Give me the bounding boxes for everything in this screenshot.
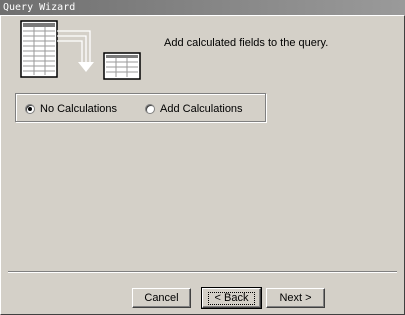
radio-unselected-icon <box>145 104 155 114</box>
cancel-button-label: Cancel <box>144 292 179 304</box>
no-calculations-label: No Calculations <box>40 103 118 115</box>
calculation-option-group: No Calculations Add Calculations <box>15 93 266 122</box>
back-button-label: < Back <box>207 291 256 305</box>
radio-selected-icon <box>25 104 35 114</box>
wizard-step-heading: Add calculated fields to the query. <box>164 37 329 49</box>
no-calculations-radio[interactable]: No Calculations <box>25 103 117 115</box>
next-button-label: Next > <box>279 292 312 304</box>
title-bar: Query Wizard <box>0 0 405 15</box>
window-title: Query Wizard <box>3 2 76 13</box>
back-button[interactable]: < Back <box>201 287 262 309</box>
wizard-illustration-icon <box>20 20 141 80</box>
button-divider <box>8 271 397 273</box>
next-button[interactable]: Next > <box>266 288 325 308</box>
add-calculations-radio[interactable]: Add Calculations <box>145 103 243 115</box>
cancel-button[interactable]: Cancel <box>132 288 191 308</box>
add-calculations-label: Add Calculations <box>160 103 243 115</box>
